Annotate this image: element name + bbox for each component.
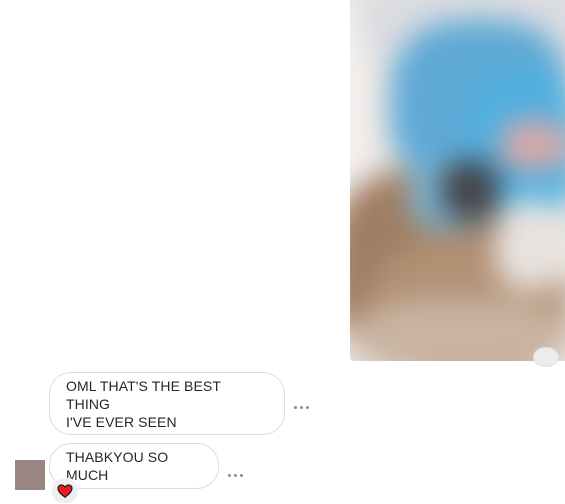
- sender-avatar[interactable]: [15, 460, 45, 490]
- message-text: THABKYOU SO MUCH: [66, 449, 169, 483]
- message-text: OML THAT'S THE BEST THING I'VE EVER SEEN: [66, 377, 221, 430]
- blurred-photo-content: [350, 0, 565, 361]
- heart-reaction-badge[interactable]: [51, 478, 79, 504]
- heart-icon: [57, 484, 73, 498]
- ellipsis-icon: [293, 405, 297, 409]
- shared-photo-blurred[interactable]: [350, 0, 565, 361]
- chat-thread: OML THAT'S THE BEST THING I'VE EVER SEEN…: [0, 0, 565, 504]
- message-options-button[interactable]: [223, 466, 247, 484]
- message-options-button[interactable]: [289, 398, 313, 416]
- photo-reaction-badge[interactable]: [533, 347, 559, 367]
- message-bubble[interactable]: OML THAT'S THE BEST THING I'VE EVER SEEN: [49, 372, 285, 435]
- ellipsis-icon: [227, 473, 231, 477]
